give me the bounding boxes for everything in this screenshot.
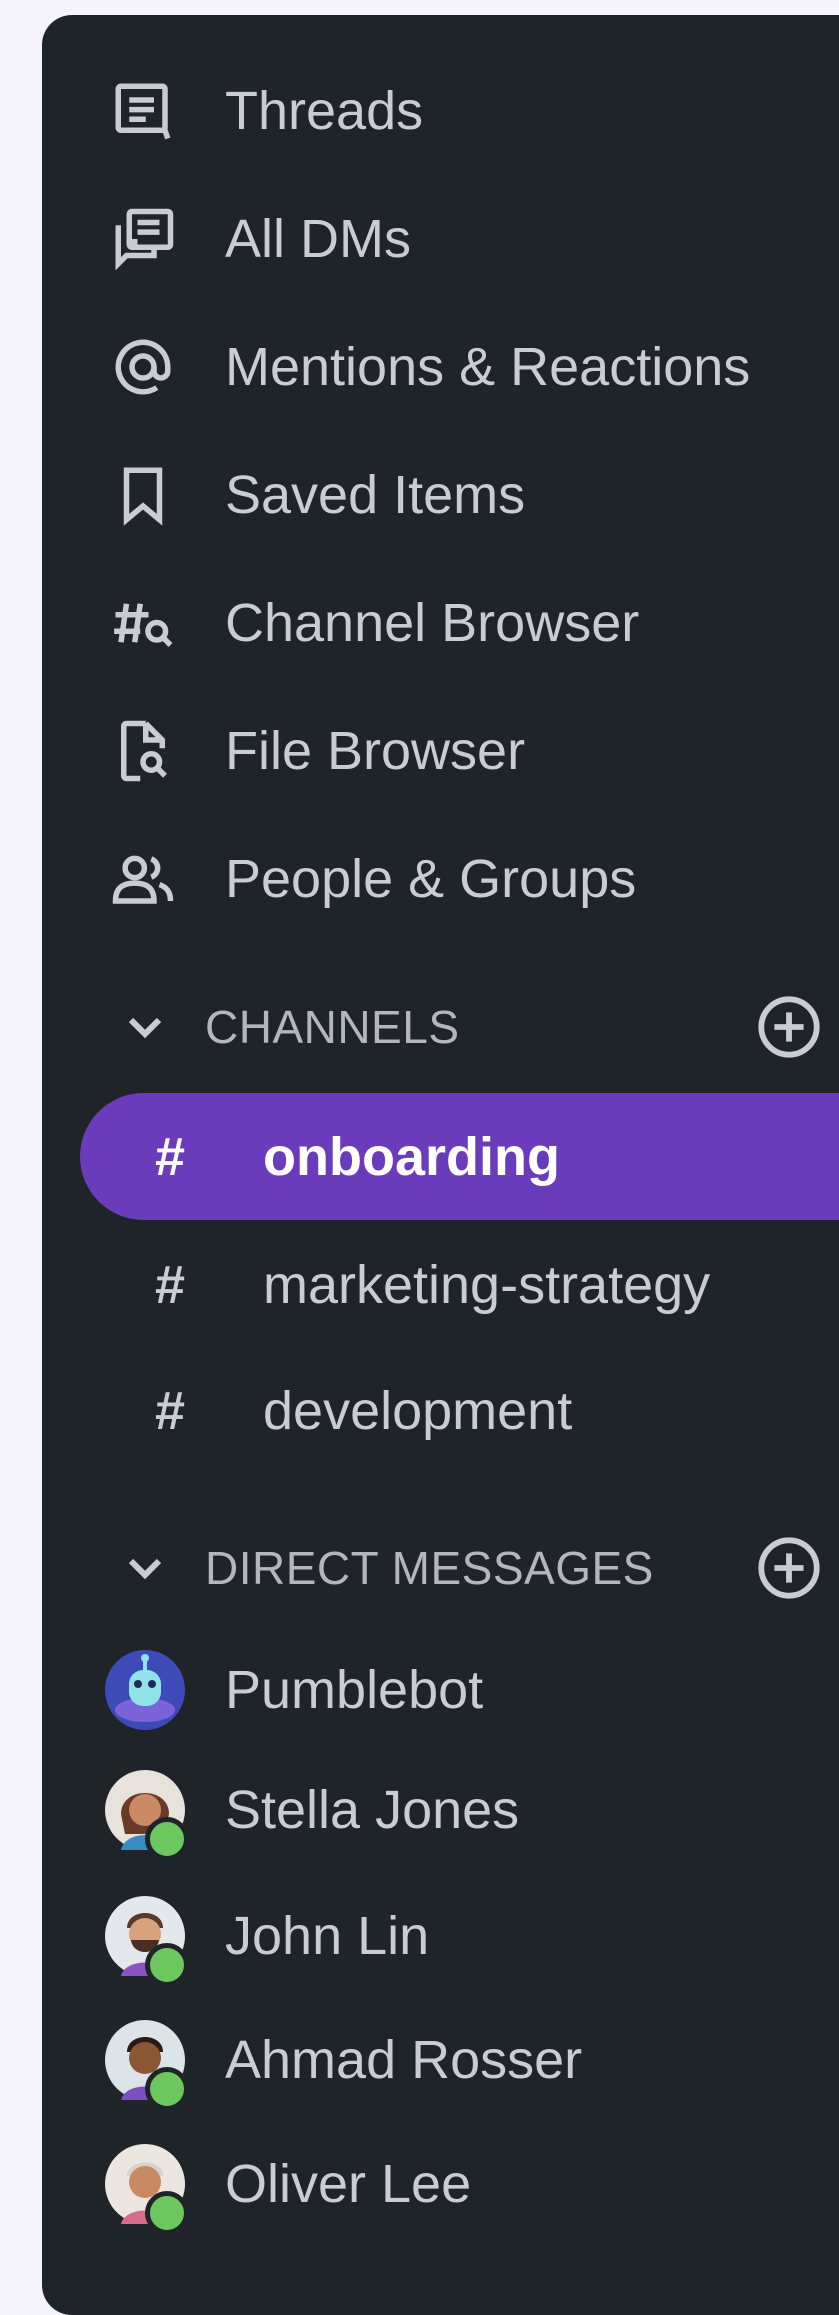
channel-label: development bbox=[263, 1380, 573, 1441]
nav-label: Saved Items bbox=[225, 465, 526, 525]
nav-saved-items[interactable]: Saved Items bbox=[42, 445, 839, 545]
nav-label: Channel Browser bbox=[225, 593, 640, 653]
at-icon bbox=[110, 334, 176, 400]
channel-item-development[interactable]: # development bbox=[80, 1347, 839, 1474]
channel-item-marketing-strategy[interactable]: # marketing-strategy bbox=[80, 1221, 839, 1348]
dm-item-ahmad-rosser[interactable]: Ahmad Rosser bbox=[42, 2005, 839, 2115]
nav-label: File Browser bbox=[225, 721, 526, 781]
all-dms-icon bbox=[110, 206, 176, 272]
dm-label: Pumblebot bbox=[225, 1660, 484, 1720]
nav-label: Threads bbox=[225, 81, 424, 141]
hash-icon: # bbox=[155, 1380, 186, 1441]
chevron-down-icon[interactable] bbox=[117, 999, 173, 1055]
channel-label: marketing-strategy bbox=[263, 1254, 711, 1315]
chevron-down-icon[interactable] bbox=[117, 1540, 173, 1596]
dm-section-header[interactable]: DIRECT MESSAGES bbox=[42, 1523, 839, 1613]
add-channel-icon[interactable] bbox=[754, 992, 824, 1062]
nav-label: People & Groups bbox=[225, 849, 637, 909]
online-status-dot bbox=[145, 1943, 189, 1987]
bookmark-icon bbox=[110, 462, 176, 528]
sidebar: Threads All DMs Mentions & Reactions Sav… bbox=[42, 15, 839, 2315]
hash-icon: # bbox=[155, 1126, 186, 1187]
dm-item-pumblebot[interactable]: Pumblebot bbox=[42, 1635, 839, 1745]
file-search-icon bbox=[110, 718, 176, 784]
dm-item-stella-jones[interactable]: Stella Jones bbox=[42, 1755, 839, 1865]
dm-label: Ahmad Rosser bbox=[225, 2030, 583, 2090]
nav-file-browser[interactable]: File Browser bbox=[42, 701, 839, 801]
dm-label: Oliver Lee bbox=[225, 2154, 472, 2214]
nav-label: All DMs bbox=[225, 209, 411, 269]
dm-label: John Lin bbox=[225, 1906, 430, 1966]
dm-item-oliver-lee[interactable]: Oliver Lee bbox=[42, 2129, 839, 2239]
hash-icon: # bbox=[155, 1254, 186, 1315]
channels-title: CHANNELS bbox=[205, 1001, 460, 1053]
online-status-dot bbox=[145, 2067, 189, 2111]
nav-channel-browser[interactable]: Channel Browser bbox=[42, 573, 839, 673]
nav-label: Mentions & Reactions bbox=[225, 337, 751, 397]
add-dm-icon[interactable] bbox=[754, 1533, 824, 1603]
pumblebot-avatar bbox=[105, 1650, 185, 1730]
online-status-dot bbox=[145, 2191, 189, 2235]
channels-section-header[interactable]: CHANNELS bbox=[42, 982, 839, 1072]
channel-label: onboarding bbox=[263, 1126, 560, 1187]
nav-people-groups[interactable]: People & Groups bbox=[42, 829, 839, 929]
dm-title: DIRECT MESSAGES bbox=[205, 1542, 654, 1594]
channel-item-onboarding[interactable]: # onboarding bbox=[80, 1093, 839, 1220]
channel-search-icon bbox=[110, 590, 176, 656]
nav-mentions[interactable]: Mentions & Reactions bbox=[42, 317, 839, 417]
threads-icon bbox=[110, 78, 176, 144]
dm-label: Stella Jones bbox=[225, 1780, 520, 1840]
nav-threads[interactable]: Threads bbox=[42, 61, 839, 161]
nav-all-dms[interactable]: All DMs bbox=[42, 189, 839, 289]
dm-item-john-lin[interactable]: John Lin bbox=[42, 1881, 839, 1991]
people-icon bbox=[110, 846, 176, 912]
online-status-dot bbox=[145, 1817, 189, 1861]
